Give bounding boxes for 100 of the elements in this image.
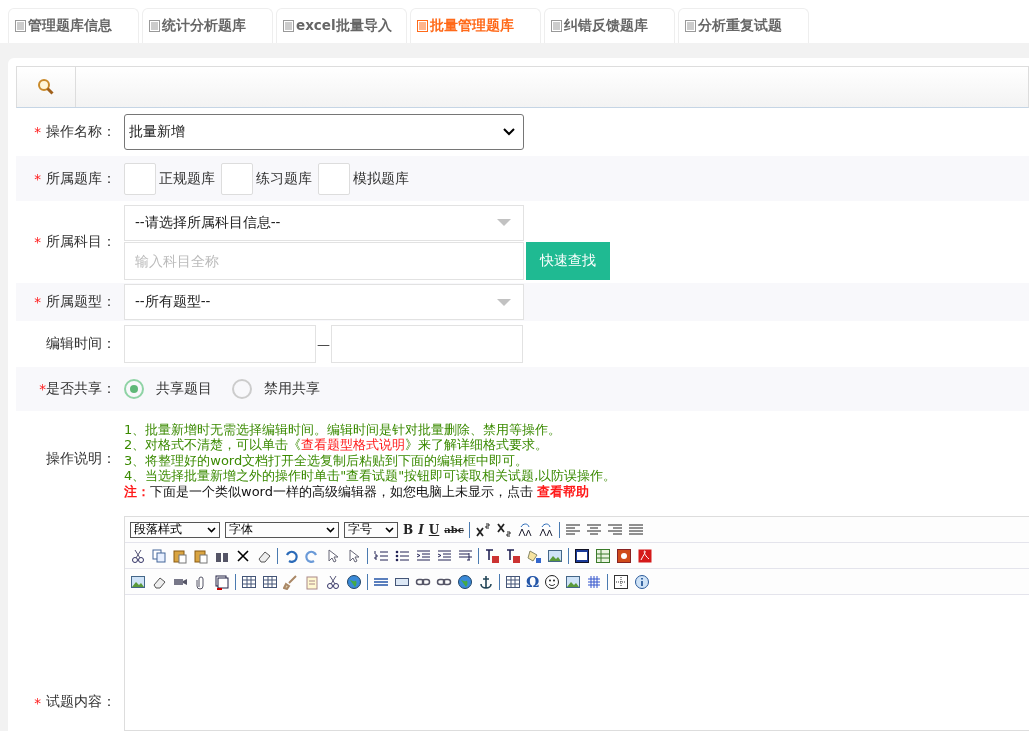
editor-select[interactable]: 字号	[344, 521, 398, 538]
caret-icon	[385, 526, 394, 533]
end-date-field[interactable]	[331, 325, 523, 363]
caret-icon	[503, 128, 515, 136]
tab[interactable]: 管理题库信息	[8, 8, 139, 43]
slides-icon[interactable]	[616, 547, 632, 564]
format-button[interactable]: I	[418, 522, 424, 537]
list-icon	[551, 20, 562, 32]
maximize-icon[interactable]	[613, 573, 630, 590]
table-icon[interactable]	[262, 573, 278, 590]
paste-icon[interactable]	[193, 547, 209, 564]
question-type-select[interactable]: --所有题型--	[124, 284, 524, 320]
caret-icon	[497, 219, 511, 226]
field-label: 编辑时间：	[46, 335, 116, 353]
checkbox-label: 练习题库	[256, 169, 312, 188]
text-color-icon[interactable]	[484, 547, 500, 564]
search-icon	[37, 78, 55, 96]
instruction-line: 2、对格式不清楚，可以单击《查看题型格式说明》来了解详细格式要求。	[124, 437, 550, 453]
format-button[interactable]: U	[428, 522, 440, 537]
caret-icon	[326, 526, 335, 533]
required-mark: *	[39, 381, 46, 397]
scissors-icon[interactable]	[130, 547, 146, 564]
field-label: 所属题库：	[46, 169, 116, 188]
tab[interactable]: 统计分析题库	[142, 8, 273, 43]
field-label: 所属科目：	[46, 233, 116, 251]
justify-icon[interactable]	[627, 521, 644, 538]
copy-icon[interactable]	[151, 547, 167, 564]
superscript-icon[interactable]	[474, 521, 491, 538]
text-color-icon[interactable]	[505, 547, 521, 564]
editor-select[interactable]: 段落样式	[130, 521, 220, 538]
format-button[interactable]: abc	[444, 524, 464, 535]
anchor-icon[interactable]	[478, 573, 494, 590]
required-mark: *	[34, 124, 41, 140]
globe-icon[interactable]	[346, 573, 362, 590]
operation-select[interactable]: 批量新增	[124, 114, 524, 150]
subscript-icon[interactable]	[495, 521, 512, 538]
picture-icon[interactable]	[565, 573, 582, 590]
checkbox[interactable]	[124, 162, 156, 195]
radio-button[interactable]	[124, 379, 144, 399]
grid-icon[interactable]	[586, 573, 603, 590]
indent-icon[interactable]	[436, 547, 452, 564]
checkbox-label: 模拟题库	[353, 169, 409, 188]
align-right-icon[interactable]	[606, 521, 623, 538]
required-mark: *	[34, 170, 41, 187]
align-center-icon[interactable]	[585, 521, 602, 538]
radio-label: 共享题目	[156, 380, 212, 398]
font-size-icon[interactable]	[516, 521, 533, 538]
list-icon	[417, 20, 428, 32]
list-icon	[149, 20, 160, 32]
tab[interactable]: excel批量导入	[276, 8, 407, 43]
close-icon[interactable]	[235, 547, 251, 564]
start-date-field[interactable]	[124, 325, 316, 363]
cursor-icon[interactable]	[346, 547, 362, 564]
globe-icon[interactable]	[457, 573, 473, 590]
brush-icon[interactable]	[283, 573, 299, 590]
field-label: 所属题型：	[46, 293, 116, 311]
align-left-icon[interactable]	[564, 521, 581, 538]
spreadsheet-icon[interactable]	[595, 547, 611, 564]
field-label: 试题内容：	[46, 693, 116, 711]
radio-button[interactable]	[232, 379, 252, 399]
field-label: 操作名称：	[46, 123, 116, 141]
picture-icon[interactable]	[130, 573, 146, 590]
editor-select[interactable]: 字体	[225, 521, 339, 538]
font-size-icon[interactable]	[537, 521, 554, 538]
field-label: 操作说明：	[46, 449, 116, 468]
indent-icon[interactable]	[415, 547, 431, 564]
table-icon[interactable]	[241, 573, 257, 590]
help-link[interactable]: 查看题型格式说明	[301, 437, 406, 453]
checkbox[interactable]	[221, 162, 253, 195]
subject-select[interactable]: --请选择所属科目信息--	[124, 204, 524, 241]
required-mark: *	[34, 294, 41, 310]
smiley-icon[interactable]	[544, 573, 561, 590]
scissors-icon[interactable]	[325, 573, 341, 590]
format-button[interactable]: B	[403, 522, 414, 537]
instruction-line: 注：下面是一个类似word一样的高级编辑器，如您电脑上未显示，点击 查看帮助	[124, 483, 591, 500]
info-icon[interactable]	[634, 573, 651, 590]
tab[interactable]: 分析重复试题	[678, 8, 809, 43]
instruction-line: 3、将整理好的word文档打开全选复制后粘贴到下面的编辑框中即可。	[124, 452, 530, 469]
fill-icon[interactable]	[526, 547, 542, 564]
subject-search-field[interactable]: 输入科目全称	[124, 241, 524, 280]
instruction-line: 1、批量新增时无需选择编辑时间。编辑时间是针对批量删除、禁用等操作。	[124, 421, 563, 438]
cursor-icon[interactable]	[325, 547, 341, 564]
range-separator: —	[317, 336, 330, 352]
checkbox-label: 正规题库	[159, 169, 215, 188]
help-link[interactable]: 查看帮助	[537, 483, 590, 499]
instruction-line: 4、当选择批量新增之外的操作时单击"查看试题"按钮即可读取相关试题,以防误操作。	[124, 468, 617, 484]
paragraph-icon[interactable]	[457, 547, 473, 564]
page-break-icon[interactable]	[214, 573, 230, 590]
table-icon[interactable]	[505, 573, 521, 590]
tab[interactable]: 纠错反馈题库	[544, 8, 675, 43]
caret-icon	[207, 526, 216, 533]
paste-icon[interactable]	[172, 547, 188, 564]
pdf-icon[interactable]	[637, 547, 653, 564]
document-icon[interactable]	[574, 547, 590, 564]
special-character-button[interactable]: Ω	[526, 572, 540, 591]
checkbox[interactable]	[318, 162, 350, 195]
caret-icon	[497, 298, 511, 306]
required-mark: *	[34, 695, 41, 711]
picture-icon[interactable]	[547, 547, 563, 564]
field-label: 是否共享：	[46, 380, 116, 398]
